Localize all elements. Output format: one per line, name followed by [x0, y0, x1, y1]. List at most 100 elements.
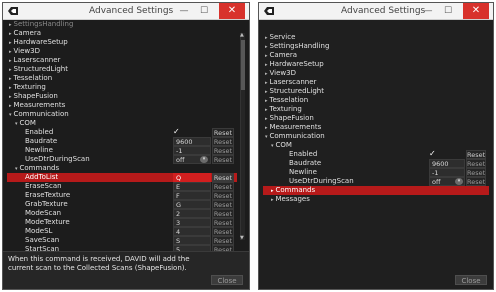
tree-item-tesselation[interactable]: ▸ Tesselation: [263, 96, 489, 105]
command-label: GrabTexture: [25, 200, 68, 208]
reset-button[interactable]: Reset: [212, 146, 234, 155]
advanced-settings-window-right: Advanced Settings — ☐ ✕ ▸ Service ▸ Settin…: [258, 2, 494, 290]
command-value-input[interactable]: S: [173, 236, 211, 245]
command-value-input[interactable]: E: [173, 182, 211, 191]
baudrate-input[interactable]: 9600: [173, 137, 211, 146]
minimize-button[interactable]: —: [175, 3, 193, 19]
scroll-up-arrow-icon[interactable]: ▲: [240, 32, 244, 38]
command-value-input[interactable]: F: [173, 191, 211, 200]
reset-button[interactable]: Reset: [212, 155, 234, 164]
tree-item-commands[interactable]: ▸ Commands: [263, 186, 489, 195]
command-label: EraseScan: [25, 182, 62, 190]
tree-item-texturing[interactable]: ▸ Texturing: [7, 83, 237, 92]
command-value-input[interactable]: 2: [173, 209, 211, 218]
title-bar[interactable]: Advanced Settings — ☐ ✕: [259, 3, 493, 20]
tree-item-shapefusion[interactable]: ▸ ShapeFusion: [263, 114, 489, 123]
reset-button[interactable]: Reset: [212, 200, 234, 209]
expand-arrow-icon: ▸: [9, 103, 12, 109]
expand-arrow-icon: ▸: [271, 188, 274, 194]
reset-button[interactable]: Reset: [212, 209, 234, 218]
tree-item-measurements[interactable]: ▸ Measurements: [263, 123, 489, 132]
command-value-input[interactable]: 3: [173, 218, 211, 227]
tree-item-texturing[interactable]: ▸ Texturing: [263, 105, 489, 114]
tree-item-commands[interactable]: ▾ Commands: [7, 164, 237, 173]
close-button[interactable]: Close: [455, 275, 487, 285]
enabled-checkbox[interactable]: ✓: [173, 127, 180, 136]
reset-button[interactable]: Reset: [212, 137, 234, 146]
close-window-button[interactable]: ✕: [219, 3, 245, 19]
tree-item-settingshandling[interactable]: ▸ SettingsHandling: [7, 20, 237, 29]
command-row-addtolist[interactable]: AddToList Q Reset: [7, 173, 237, 182]
reset-button[interactable]: Reset: [212, 227, 234, 236]
tree-item-hardwaresetup[interactable]: ▸ HardwareSetup: [7, 38, 237, 47]
tree-item-tesselation[interactable]: ▸ Tesselation: [7, 74, 237, 83]
reset-button[interactable]: Reset: [466, 159, 486, 168]
baudrate-input[interactable]: 9600: [429, 159, 465, 168]
setting-row-enabled: Enabled ✓ Reset: [7, 127, 237, 137]
newline-input[interactable]: -1: [429, 168, 465, 177]
collapse-arrow-icon: ▾: [9, 112, 12, 118]
setting-label: UseDtrDuringScan: [25, 155, 90, 163]
reset-button[interactable]: Reset: [212, 236, 234, 245]
tree-item-structuredlight[interactable]: ▸ StructuredLight: [263, 87, 489, 96]
command-description: When this command is received, DAVID wil…: [8, 255, 190, 272]
scrollbar-thumb[interactable]: [241, 40, 245, 90]
reset-button[interactable]: Reset: [466, 150, 486, 159]
setting-label: UseDtrDuringScan: [289, 177, 354, 185]
title-bar[interactable]: Advanced Settings — ☐ ✕: [3, 3, 249, 20]
minimize-button[interactable]: —: [419, 3, 437, 19]
tree-item-communication[interactable]: ▾ Communication: [263, 132, 489, 141]
maximize-button[interactable]: ☐: [195, 3, 213, 19]
command-row-erasetexture: EraseTexture F Reset: [7, 191, 237, 200]
tree-item-laserscanner[interactable]: ▸ Laserscanner: [263, 78, 489, 87]
vertical-scrollbar[interactable]: ▲ ▼: [240, 32, 245, 241]
reset-button[interactable]: Reset: [466, 177, 486, 186]
expand-arrow-icon: ▸: [265, 107, 268, 113]
tree-item-view3d[interactable]: ▸ View3D: [7, 47, 237, 56]
maximize-button[interactable]: ☐: [439, 3, 457, 19]
command-row-grabtexture: GrabTexture G Reset: [7, 200, 237, 209]
enabled-checkbox[interactable]: ✓: [429, 149, 436, 158]
tree-item-structuredlight[interactable]: ▸ StructuredLight: [7, 65, 237, 74]
tree-item-service[interactable]: ▸ Service: [263, 33, 489, 42]
tree-item-camera[interactable]: ▸ Camera: [7, 29, 237, 38]
reset-button[interactable]: Reset: [212, 191, 234, 200]
setting-row-baudrate: Baudrate 9600 Reset: [263, 159, 489, 168]
setting-label: Enabled: [289, 150, 318, 158]
collapse-arrow-icon: ▾: [265, 134, 268, 140]
tree-item-com[interactable]: ▾ COM: [7, 119, 237, 128]
scroll-down-arrow-icon[interactable]: ▼: [240, 235, 244, 241]
expand-arrow-icon: ▸: [9, 40, 12, 46]
tree-item-shapefusion[interactable]: ▸ ShapeFusion: [7, 92, 237, 101]
reset-button[interactable]: Reset: [212, 173, 234, 182]
chevron-down-icon[interactable]: ▾: [200, 156, 208, 163]
tree-item-settingshandling[interactable]: ▸ SettingsHandling: [263, 42, 489, 51]
tree-item-messages[interactable]: ▸ Messages: [263, 195, 489, 204]
tree-item-measurements[interactable]: ▸ Measurements: [7, 101, 237, 110]
app-logo-icon: [264, 7, 274, 15]
tree-item-view3d[interactable]: ▸ View3D: [263, 69, 489, 78]
close-window-button[interactable]: ✕: [463, 3, 489, 19]
reset-button[interactable]: Reset: [212, 182, 234, 191]
chevron-down-icon[interactable]: ▾: [455, 178, 463, 185]
description-panel: Close: [259, 257, 493, 289]
command-value-input[interactable]: Q: [173, 173, 211, 182]
tree-item-hardwaresetup[interactable]: ▸ HardwareSetup: [263, 60, 489, 69]
reset-button[interactable]: Reset: [466, 168, 486, 177]
expand-arrow-icon: ▸: [265, 71, 268, 77]
command-value-input[interactable]: 4: [173, 227, 211, 236]
tree-item-communication[interactable]: ▾ Communication: [7, 110, 237, 119]
setting-row-newline: Newline -1 Reset: [7, 146, 237, 155]
settings-tree: ▸ Service ▸ SettingsHandling ▸ Camera ▸ Hard…: [259, 20, 493, 289]
tree-item-com[interactable]: ▾ COM: [263, 141, 489, 150]
command-row-savescan: SaveScan S Reset: [7, 236, 237, 245]
setting-label: Newline: [25, 146, 53, 154]
newline-input[interactable]: -1: [173, 146, 211, 155]
reset-button[interactable]: Reset: [212, 218, 234, 227]
tree-item-laserscanner[interactable]: ▸ Laserscanner: [7, 56, 237, 65]
reset-button[interactable]: Reset: [212, 128, 234, 137]
command-value-input[interactable]: G: [173, 200, 211, 209]
close-button[interactable]: Close: [211, 275, 243, 285]
command-row-modescan: ModeScan 2 Reset: [7, 209, 237, 218]
tree-item-camera[interactable]: ▸ Camera: [263, 51, 489, 60]
